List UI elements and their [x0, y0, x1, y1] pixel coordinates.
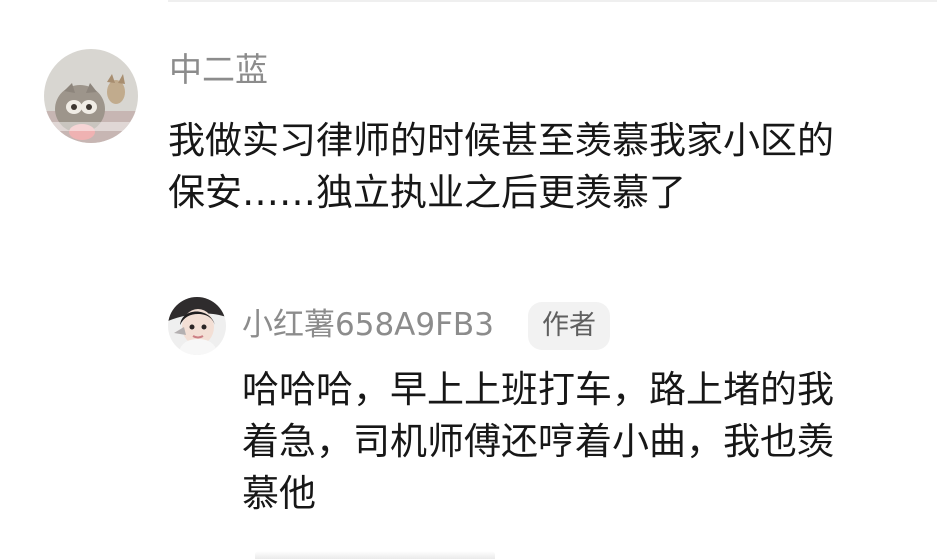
reply-avatar[interactable]	[168, 297, 226, 355]
cat-photo-avatar-icon	[44, 49, 138, 143]
comment-line: 保安……独立执业之后更羡慕了	[168, 171, 686, 214]
commenter-avatar[interactable]	[44, 49, 138, 143]
reply-line: 哈哈哈，早上上班打车，路上堵的我	[242, 368, 834, 411]
reply-line: 着急，司机师傅还哼着小曲，我也羡	[242, 420, 834, 463]
reply-username[interactable]: 小红薯658A9FB3	[242, 305, 494, 345]
commenter-username[interactable]: 中二蓝	[169, 50, 268, 90]
reply-text: 哈哈哈，早上上班打车，路上堵的我 着急，司机师傅还哼着小曲，我也羡 慕他	[242, 364, 834, 520]
top-divider	[168, 0, 937, 2]
bottom-fade	[255, 551, 495, 559]
reply-line: 慕他	[242, 472, 316, 515]
author-badge: 作者	[528, 302, 610, 350]
comment-line: 我做实习律师的时候甚至羡慕我家小区的	[168, 119, 834, 162]
comment-text: 我做实习律师的时候甚至羡慕我家小区的 保安……独立执业之后更羡慕了	[168, 115, 834, 219]
girl-photo-avatar-icon	[168, 297, 226, 355]
